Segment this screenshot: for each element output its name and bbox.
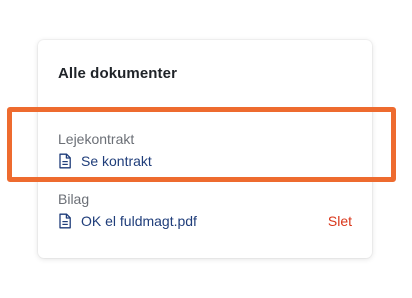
page: Alle dokumenter Lejekontrakt Se kontrakt… xyxy=(0,0,412,298)
section-bilag: Bilag OK el fuldmagt.pdf Slet xyxy=(58,190,352,231)
document-row: OK el fuldmagt.pdf Slet xyxy=(58,211,352,231)
card-title: Alle dokumenter xyxy=(58,65,178,82)
document-row: Se kontrakt xyxy=(58,151,352,171)
section-lejekontrakt: Lejekontrakt Se kontrakt xyxy=(58,130,352,171)
section-label: Lejekontrakt xyxy=(58,131,135,147)
attachment-file-link[interactable]: OK el fuldmagt.pdf xyxy=(81,212,197,230)
document-icon xyxy=(58,213,72,229)
see-contract-link[interactable]: Se kontrakt xyxy=(81,152,152,170)
delete-button[interactable]: Slet xyxy=(328,212,352,230)
document-icon xyxy=(58,153,72,169)
section-label: Bilag xyxy=(58,191,90,207)
documents-card: Alle dokumenter Lejekontrakt Se kontrakt… xyxy=(38,40,372,258)
